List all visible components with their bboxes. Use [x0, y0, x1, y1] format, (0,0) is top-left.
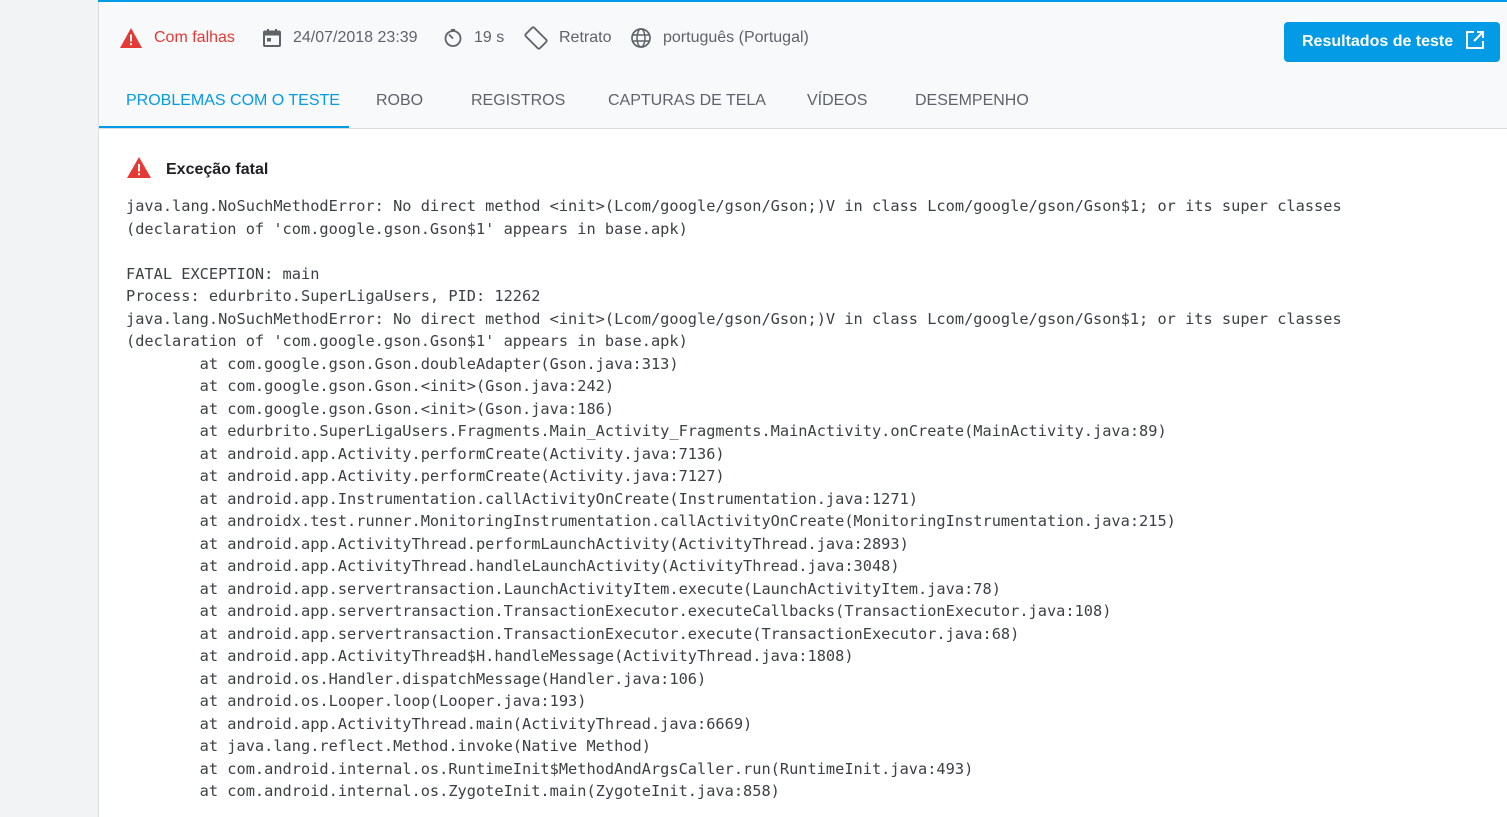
stack-trace-line: at com.google.gson.Gson.<init>(Gson.java…: [126, 377, 615, 395]
open-in-new-icon: [1465, 30, 1485, 55]
test-date: 24/07/2018 23:39: [262, 2, 418, 74]
stack-trace-line: at com.google.gson.Gson.doubleAdapter(Gs…: [126, 354, 679, 373]
stack-trace-line: at android.app.Activity.performCreate(Ac…: [126, 467, 725, 485]
tab-logs[interactable]: REGISTROS: [444, 74, 592, 128]
stack-trace-line: at android.app.ActivityThread.main(Activ…: [126, 714, 753, 733]
tab-videos[interactable]: VÍDEOS: [780, 74, 894, 128]
tab-performance[interactable]: DESEMPENHO: [888, 74, 1056, 128]
locale-text: português (Portugal): [663, 29, 809, 46]
stack-trace-line: Process: edurbrito.SuperLigaUsers, PID: …: [126, 287, 541, 305]
stack-trace-line: at android.app.ActivityThread.handleLaun…: [126, 557, 900, 575]
warning-icon: [119, 27, 143, 49]
stack-trace-line: [126, 240, 1487, 263]
timer-icon: [443, 28, 463, 48]
screen-rotation-icon: [524, 26, 548, 50]
test-results-button[interactable]: Resultados de teste: [1284, 22, 1500, 62]
stack-trace-line: at android.os.Looper.loop(Looper.java:19…: [126, 692, 587, 710]
test-duration: 19 s: [443, 2, 504, 74]
stack-trace-line: at android.app.Activity.performCreate(Ac…: [126, 444, 725, 463]
issue-title: Exceção fatal: [166, 161, 269, 178]
stack-trace-line: at com.android.internal.os.ZygoteInit.ma…: [126, 782, 780, 800]
stack-trace-line: at com.google.gson.Gson.<init>(Gson.java…: [126, 399, 615, 418]
issue-heading: Exceção fatal: [126, 156, 1487, 184]
tab-test-issues[interactable]: PROBLEMAS COM O TESTE: [99, 74, 349, 128]
stack-trace-line: at android.app.Instrumentation.callActiv…: [126, 489, 919, 508]
stack-trace-line: at edurbrito.SuperLigaUsers.Fragments.Ma…: [126, 422, 1167, 440]
stack-trace-line: at android.app.servertransaction.Transac…: [126, 624, 1020, 643]
duration-text: 19 s: [474, 29, 505, 46]
tab-robo[interactable]: ROBO: [349, 74, 450, 128]
stack-trace-line: (declaration of 'com.google.gson.Gson$1'…: [126, 332, 688, 350]
stack-trace-line: FATAL EXCEPTION: main: [126, 264, 320, 283]
test-results-label: Resultados de teste: [1302, 33, 1454, 50]
tab-bar: PROBLEMAS COM O TESTE ROBO REGISTROS CAP…: [99, 74, 1507, 129]
status-indicator: Com falhas: [119, 2, 235, 74]
left-nav-rail: [0, 0, 99, 817]
stack-trace-line: java.lang.NoSuchMethodError: No direct m…: [126, 197, 1342, 215]
test-details-panel: Com falhas 24/07/2018 23:39 19 s Retrato…: [99, 2, 1507, 817]
stack-trace-line: at androidx.test.runner.MonitoringInstru…: [126, 512, 1176, 530]
stack-trace-line: (declaration of 'com.google.gson.Gson$1'…: [126, 219, 688, 238]
device-orientation: Retrato: [524, 2, 611, 74]
stack-trace-line: at android.app.ActivityThread$H.handleMe…: [126, 647, 854, 665]
device-locale: português (Portugal): [630, 2, 809, 74]
test-summary-header: Com falhas 24/07/2018 23:39 19 s Retrato…: [99, 2, 1507, 75]
stack-trace-line: at android.app.ActivityThread.performLau…: [126, 534, 909, 553]
orientation-text: Retrato: [559, 29, 612, 46]
date-text: 24/07/2018 23:39: [293, 29, 418, 46]
stack-trace: java.lang.NoSuchMethodError: No direct m…: [126, 195, 1487, 803]
stack-trace-line: at com.android.internal.os.RuntimeInit$M…: [126, 759, 974, 778]
warning-icon: [126, 156, 152, 184]
stack-trace-line: at android.app.servertransaction.Transac…: [126, 602, 1112, 620]
calendar-icon: [262, 28, 282, 48]
stack-trace-line: at java.lang.reflect.Method.invoke(Nativ…: [126, 737, 651, 755]
issue-content: Exceção fatal java.lang.NoSuchMethodErro…: [126, 156, 1487, 803]
stack-trace-line: at android.os.Handler.dispatchMessage(Ha…: [126, 669, 707, 688]
stack-trace-line: java.lang.NoSuchMethodError: No direct m…: [126, 309, 1342, 328]
tab-screenshots[interactable]: CAPTURAS DE TELA: [581, 74, 793, 128]
stack-trace-line: at android.app.servertransaction.LaunchA…: [126, 579, 1001, 598]
globe-icon: [630, 27, 652, 49]
status-text: Com falhas: [154, 29, 235, 46]
